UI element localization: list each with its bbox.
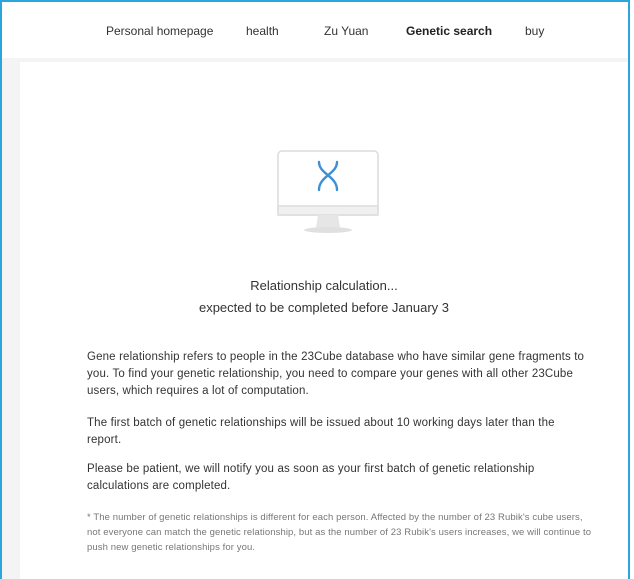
nav-zu-yuan[interactable]: Zu Yuan <box>324 24 368 38</box>
status-line-2: expected to be completed before January … <box>198 300 450 315</box>
main-content: Relationship calculation... expected to … <box>20 62 628 579</box>
paragraph-first-batch: The first batch of genetic relationships… <box>87 417 555 446</box>
status-line-1: Relationship calculation... <box>250 278 398 293</box>
nav-personal-homepage[interactable]: Personal homepage <box>106 24 213 38</box>
paragraph-be-patient: Please be patient, we will notify you as… <box>87 463 535 492</box>
top-navigation: Personal homepage health Zu Yuan Genetic… <box>2 2 628 58</box>
monitor-icon <box>277 150 379 233</box>
footnote: * The number of genetic relationships is… <box>87 512 592 553</box>
nav-genetic-search[interactable]: Genetic search <box>406 24 492 38</box>
nav-buy[interactable]: buy <box>525 24 544 38</box>
paragraph-gene-relationship: Gene relationship refers to people in th… <box>87 351 585 397</box>
app-frame: Personal homepage health Zu Yuan Genetic… <box>0 0 630 579</box>
nav-health[interactable]: health <box>246 24 279 38</box>
